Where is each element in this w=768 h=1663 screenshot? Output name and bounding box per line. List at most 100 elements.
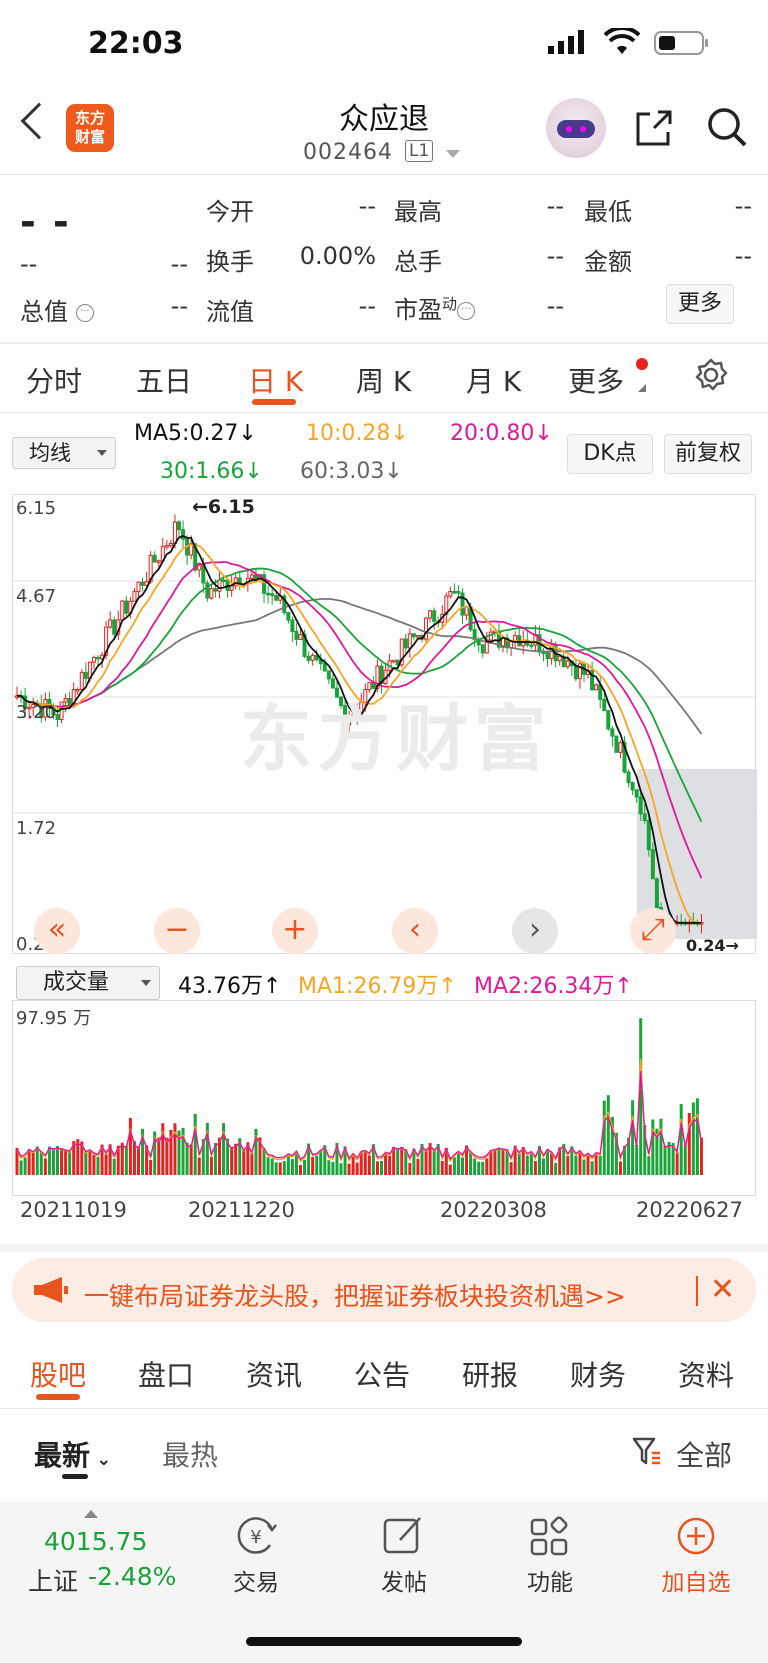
candle-body	[322, 662, 327, 672]
candle-body	[286, 612, 291, 621]
volume-bar	[303, 1160, 307, 1175]
candle-body	[614, 735, 619, 753]
filter-hot[interactable]: 最热	[162, 1434, 218, 1474]
dk-point-button[interactable]: DK点	[567, 434, 653, 474]
active-tab-indicator	[36, 1394, 80, 1400]
volume-chart[interactable]	[12, 1000, 756, 1196]
ma5-value: MA5:0.27↓	[134, 421, 257, 446]
tab-news[interactable]: 资讯	[246, 1354, 302, 1394]
nav-add-watch-label[interactable]: 加自选	[652, 1563, 740, 1597]
volume-bar	[56, 1146, 59, 1175]
close-icon[interactable]: ✕	[710, 1272, 735, 1307]
fullscreen-button[interactable]: ⤢	[630, 908, 676, 954]
volume-bar	[31, 1152, 35, 1175]
tab-daily-k[interactable]: 日 K	[248, 360, 303, 400]
volume-bar	[39, 1152, 43, 1175]
volume-ma2: MA2:26.34万↑	[474, 974, 633, 999]
volume-bar	[250, 1153, 254, 1175]
zoom-in-button[interactable]: +	[272, 908, 318, 954]
chevron-up-icon[interactable]	[84, 1510, 98, 1518]
more-button[interactable]: 更多	[666, 284, 734, 324]
volume-bar	[209, 1156, 213, 1175]
candle-body	[432, 610, 437, 622]
volume-bar	[659, 1118, 663, 1175]
scroll-start-button[interactable]: «	[34, 908, 80, 954]
candle-body	[618, 742, 623, 753]
candle-body	[650, 849, 655, 880]
volume-bar	[299, 1165, 302, 1175]
tab-announcements[interactable]: 公告	[354, 1354, 410, 1394]
stock-code[interactable]: 002464	[303, 140, 393, 165]
turnover-value: 0.00%	[299, 242, 376, 270]
volume-ma1: MA1:26.79万↑	[298, 974, 457, 999]
high-marker: ←6.15	[192, 496, 255, 518]
date-label: 20211220	[188, 1198, 295, 1222]
volume-bar	[542, 1158, 545, 1175]
volume-bar	[185, 1142, 189, 1175]
change: --	[20, 250, 38, 278]
gear-icon[interactable]	[694, 358, 728, 392]
banner-text[interactable]: 一键布局证券龙头股，把握证券板块投资机遇>>	[84, 1277, 626, 1313]
volume-bar	[384, 1153, 388, 1175]
candle-body	[565, 660, 570, 668]
y-label: 1.72	[16, 818, 57, 839]
volume-bar	[533, 1161, 537, 1175]
volume-bar	[667, 1142, 671, 1175]
index-name[interactable]: 上证	[28, 1562, 78, 1598]
volume-bar	[319, 1150, 323, 1175]
candle-body	[79, 671, 84, 690]
volume-bar	[647, 1156, 651, 1175]
candle-body	[270, 593, 275, 597]
scroll-right-button[interactable]: ›	[512, 908, 558, 954]
candle-body	[156, 560, 161, 563]
apps-icon[interactable]	[526, 1512, 574, 1560]
tab-weekly-k[interactable]: 周 K	[356, 360, 411, 400]
nav-trade-label[interactable]: 交易	[216, 1563, 296, 1597]
total-value: --	[170, 292, 188, 320]
tab-research[interactable]: 研报	[462, 1354, 518, 1394]
y-label-max: 6.15	[16, 498, 57, 519]
post-icon[interactable]	[380, 1512, 428, 1560]
volume-bar	[440, 1160, 444, 1175]
volume-bar	[327, 1160, 331, 1175]
volume-bar	[598, 1155, 602, 1175]
volume-bar	[173, 1123, 177, 1175]
filter-all[interactable]: 全部	[676, 1434, 732, 1474]
tab-orderbook[interactable]: 盘口	[138, 1354, 194, 1394]
tab-intraday[interactable]: 分时	[26, 360, 82, 400]
nav-apps-label[interactable]: 功能	[510, 1563, 590, 1597]
info-icon[interactable]: ···	[457, 302, 476, 320]
tab-more[interactable]: 更多	[568, 360, 624, 400]
volume-bar	[594, 1154, 598, 1175]
tab-forum[interactable]: 股吧	[30, 1354, 86, 1394]
share-icon[interactable]	[634, 108, 674, 148]
index-change[interactable]: -2.48%	[88, 1562, 176, 1591]
add-watch-icon[interactable]	[672, 1512, 720, 1560]
filter-latest[interactable]: 最新 ⌄	[34, 1434, 111, 1474]
tab-monthly-k[interactable]: 月 K	[466, 360, 521, 400]
volume-bar	[189, 1144, 193, 1175]
tab-profile[interactable]: 资料	[678, 1354, 734, 1394]
tab-finance[interactable]: 财务	[570, 1354, 626, 1394]
candle-body	[221, 579, 226, 583]
trade-icon[interactable]: ¥	[232, 1512, 280, 1560]
forward-adjust-button[interactable]: 前复权	[664, 434, 752, 474]
zoom-out-button[interactable]: −	[154, 908, 200, 954]
search-icon[interactable]	[706, 106, 748, 148]
info-icon[interactable]: ···	[75, 304, 94, 322]
volume-bar	[355, 1162, 359, 1175]
volume-bar	[606, 1095, 610, 1175]
ma-selector[interactable]: 均线	[12, 437, 116, 469]
volume-bar	[699, 1137, 703, 1175]
candle-body	[209, 588, 214, 599]
volume-indicator-selector[interactable]: 成交量	[16, 966, 160, 1000]
chevron-down-icon[interactable]	[446, 150, 460, 158]
index-value[interactable]: 4015.75	[44, 1527, 147, 1556]
candle-body	[646, 820, 651, 851]
filter-icon[interactable]	[632, 1436, 662, 1466]
candle-body	[452, 591, 457, 594]
tab-five-day[interactable]: 五日	[136, 360, 192, 400]
scroll-left-button[interactable]: ‹	[392, 908, 438, 954]
nav-post-label[interactable]: 发帖	[364, 1563, 444, 1597]
volume-bar	[193, 1113, 197, 1175]
